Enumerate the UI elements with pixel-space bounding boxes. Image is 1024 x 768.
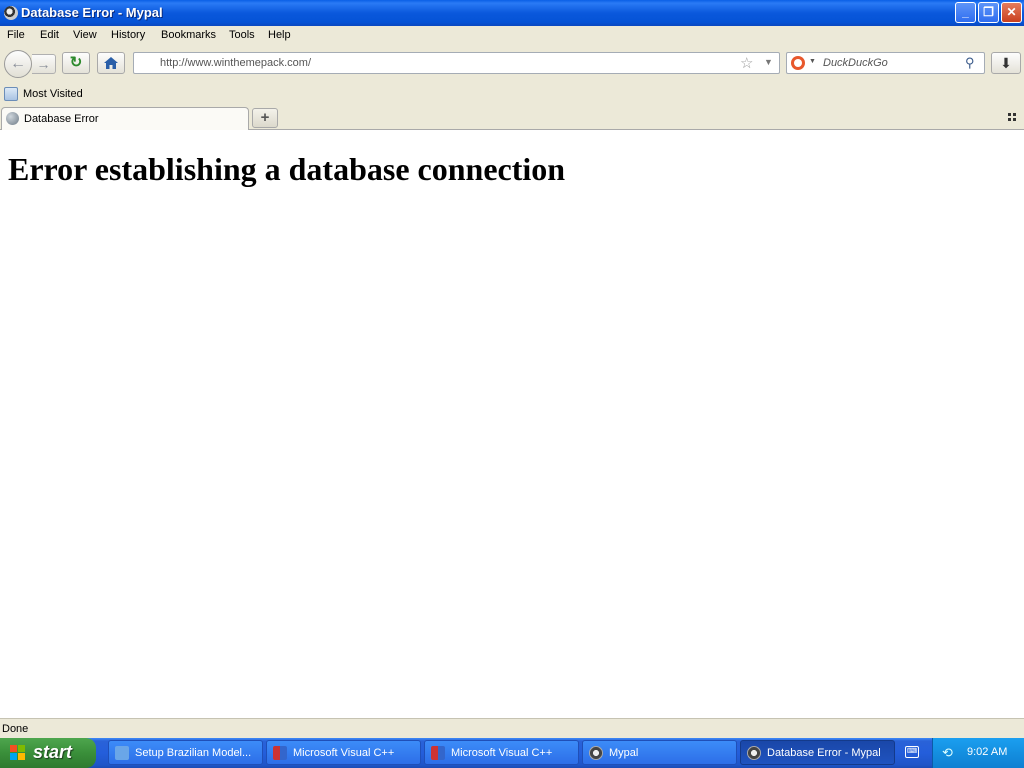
download-icon: ⬇ — [1000, 55, 1012, 71]
duckduckgo-icon[interactable] — [791, 56, 805, 70]
visual-cpp-icon — [431, 746, 445, 760]
menu-bookmarks[interactable]: Bookmarks — [161, 29, 216, 41]
url-text[interactable]: http://www.winthemepack.com/ — [160, 57, 311, 69]
mypal-app-icon — [4, 6, 18, 20]
taskbar-item-visual-cpp-1[interactable]: Microsoft Visual C++ — [266, 740, 421, 765]
navigation-toolbar: ← → ↻ http://www.winthemepack.com/ ☆ ▼ ▼… — [0, 46, 1024, 84]
address-bar[interactable]: http://www.winthemepack.com/ ☆ ▼ — [133, 52, 780, 74]
home-button[interactable] — [97, 52, 125, 74]
globe-icon — [6, 112, 19, 125]
mypal-raccoon-icon — [589, 746, 603, 760]
bookmarks-toolbar: Most Visited — [0, 84, 1024, 106]
page-content: Error establishing a database connection — [0, 130, 1024, 718]
menu-view[interactable]: View — [73, 29, 97, 41]
system-tray: ⟲ 9:02 AM — [932, 738, 1024, 768]
windows-logo-icon — [10, 745, 26, 761]
mypal-raccoon-icon — [747, 746, 761, 760]
bookmark-most-visited[interactable]: Most Visited — [23, 88, 83, 100]
setup-icon — [115, 746, 129, 760]
taskbar-item-label: Microsoft Visual C++ — [293, 747, 395, 759]
clock[interactable]: 9:02 AM — [967, 746, 1007, 758]
window-title: Database Error - Mypal — [21, 5, 163, 20]
tab-list-icon[interactable] — [1008, 113, 1017, 122]
status-text: Done — [2, 723, 29, 735]
arrow-left-icon: ← — [10, 55, 26, 72]
menu-file[interactable]: File — [7, 29, 25, 41]
taskbar-item-label: Mypal — [609, 747, 639, 759]
start-label: start — [33, 742, 73, 762]
home-icon — [104, 57, 118, 69]
taskbar: start Setup Brazilian Model... Microsoft… — [0, 738, 1024, 768]
start-button[interactable]: start — [0, 738, 96, 768]
menu-history[interactable]: History — [111, 29, 145, 41]
window-titlebar[interactable]: Database Error - Mypal _ ❐ ✕ — [0, 0, 1024, 26]
reload-button[interactable]: ↻ — [62, 52, 90, 74]
new-tab-button[interactable]: + — [252, 108, 278, 128]
visual-cpp-icon — [273, 746, 287, 760]
error-heading: Error establishing a database connection — [8, 151, 566, 187]
taskbar-item-visual-cpp-2[interactable]: Microsoft Visual C++ — [424, 740, 579, 765]
menu-bar: File Edit View History Bookmarks Tools H… — [0, 26, 1024, 46]
maximize-button[interactable]: ❐ — [978, 2, 999, 23]
search-icon[interactable]: ⚲ — [965, 55, 975, 71]
back-button[interactable]: ← — [4, 50, 32, 78]
search-bar[interactable]: ▼ DuckDuckGo ⚲ — [786, 52, 985, 74]
search-input[interactable]: DuckDuckGo — [823, 57, 888, 69]
menu-edit[interactable]: Edit — [40, 29, 59, 41]
network-icon[interactable]: ⟲ — [942, 745, 957, 760]
star-icon[interactable]: ☆ — [740, 54, 753, 72]
tab-database-error[interactable]: Database Error — [1, 107, 249, 130]
menu-tools[interactable]: Tools — [229, 29, 255, 41]
back-forward-group: ← → — [4, 50, 56, 78]
arrow-right-icon: → — [36, 56, 51, 72]
taskbar-item-label: Database Error - Mypal — [767, 747, 881, 759]
taskbar-item-label: Setup Brazilian Model... — [135, 747, 252, 759]
reload-icon: ↻ — [69, 54, 83, 71]
taskbar-item-label: Microsoft Visual C++ — [451, 747, 553, 759]
most-visited-icon — [4, 87, 18, 101]
status-bar: Done — [0, 718, 1024, 738]
search-engine-dropdown-icon[interactable]: ▼ — [809, 58, 816, 65]
taskbar-item-mypal[interactable]: Mypal — [582, 740, 737, 765]
forward-button[interactable]: → — [32, 54, 56, 74]
taskbar-item-database-error[interactable]: Database Error - Mypal — [740, 740, 895, 765]
menu-help[interactable]: Help — [268, 29, 291, 41]
tab-label: Database Error — [24, 113, 99, 125]
download-button[interactable]: ⬇ — [991, 52, 1021, 74]
url-dropdown-icon[interactable]: ▼ — [764, 57, 773, 67]
tab-bar: Database Error + — [0, 106, 1024, 130]
taskbar-item-setup[interactable]: Setup Brazilian Model... — [108, 740, 263, 765]
keyboard-language-icon[interactable]: ⌨ — [905, 746, 919, 758]
plus-icon: + — [260, 109, 270, 126]
close-button[interactable]: ✕ — [1001, 2, 1022, 23]
minimize-button[interactable]: _ — [955, 2, 976, 23]
